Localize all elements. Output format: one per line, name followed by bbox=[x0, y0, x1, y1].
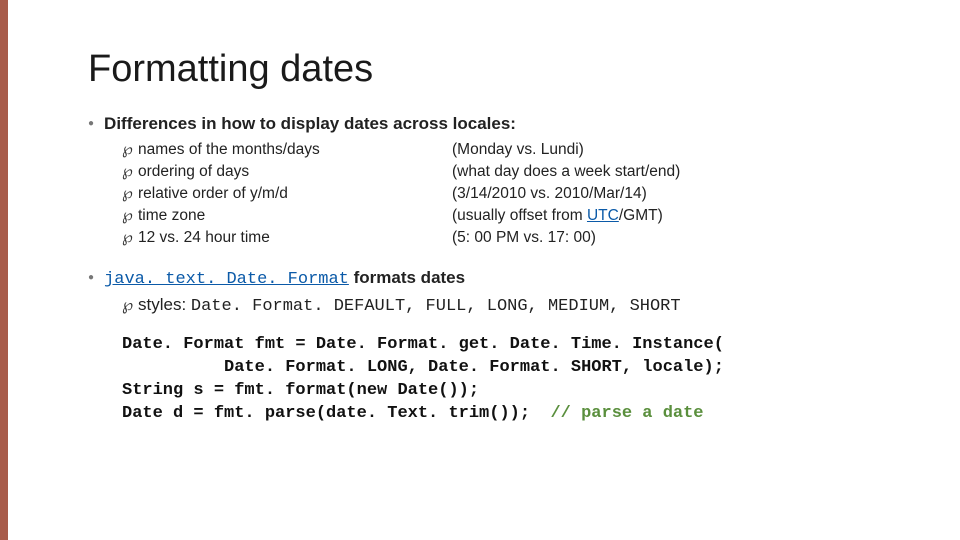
item-text: 12 vs. 24 hour time bbox=[138, 229, 270, 246]
bullet-2-suffix: formats dates bbox=[349, 268, 465, 287]
styles-row: ℘styles: Date. Format. DEFAULT, FULL, LO… bbox=[122, 293, 890, 319]
bullet-dot-icon: ● bbox=[88, 113, 94, 135]
styles-label: styles: bbox=[138, 295, 191, 314]
right-column: (Monday vs. Lundi) (what day does a week… bbox=[452, 139, 782, 249]
code-line: String s = fmt. format(new Date()); bbox=[122, 381, 479, 400]
note-pre: (usually offset from bbox=[452, 207, 587, 224]
left-column: ℘names of the months/days ℘ordering of d… bbox=[122, 139, 452, 249]
bullet-2-text: java. text. Date. Format formats dates bbox=[104, 267, 465, 291]
note-post: /GMT) bbox=[619, 207, 663, 224]
slide-container: { "title": "Formatting dates", "section1… bbox=[0, 0, 960, 455]
flourish-icon: ℘ bbox=[122, 139, 138, 161]
flourish-icon: ℘ bbox=[122, 161, 138, 183]
list-item: ℘12 vs. 24 hour time bbox=[122, 227, 452, 249]
two-column-list: ℘names of the months/days ℘ordering of d… bbox=[122, 139, 890, 249]
item-note: (usually offset from UTC/GMT) bbox=[452, 205, 782, 227]
accent-bar bbox=[0, 0, 8, 540]
item-note: (5: 00 PM vs. 17: 00) bbox=[452, 227, 782, 249]
flourish-icon: ℘ bbox=[122, 227, 138, 249]
item-note: (3/14/2010 vs. 2010/Mar/14) bbox=[452, 183, 782, 205]
item-text: time zone bbox=[138, 207, 205, 224]
list-item: ℘relative order of y/m/d bbox=[122, 183, 452, 205]
code-comment: // parse a date bbox=[550, 404, 703, 423]
list-item: ℘names of the months/days bbox=[122, 139, 452, 161]
flourish-icon: ℘ bbox=[122, 294, 138, 318]
item-text: ordering of days bbox=[138, 163, 249, 180]
item-text: relative order of y/m/d bbox=[138, 185, 288, 202]
slide-title: Formatting dates bbox=[88, 48, 890, 91]
code-line: Date. Format. LONG, Date. Format. SHORT,… bbox=[122, 358, 724, 377]
list-item: ℘ordering of days bbox=[122, 161, 452, 183]
list-item: ℘time zone bbox=[122, 205, 452, 227]
bullet-dot-icon: ● bbox=[88, 267, 94, 289]
item-note: (what day does a week start/end) bbox=[452, 161, 782, 183]
bullet-1: ● Differences in how to display dates ac… bbox=[88, 113, 890, 135]
flourish-icon: ℘ bbox=[122, 183, 138, 205]
bullet-1-text: Differences in how to display dates acro… bbox=[104, 113, 516, 135]
item-note: (Monday vs. Lundi) bbox=[452, 139, 782, 161]
utc-link[interactable]: UTC bbox=[587, 207, 619, 224]
item-text: names of the months/days bbox=[138, 141, 320, 158]
dateformat-link[interactable]: java. text. Date. Format bbox=[104, 270, 349, 289]
code-line: Date d = fmt. parse(date. Text. trim()); bbox=[122, 404, 550, 423]
bullet-2: ● java. text. Date. Format formats dates bbox=[88, 267, 890, 291]
code-block: Date. Format fmt = Date. Format. get. Da… bbox=[122, 333, 890, 425]
styles-values: Date. Format. DEFAULT, FULL, LONG, MEDIU… bbox=[191, 297, 681, 316]
flourish-icon: ℘ bbox=[122, 205, 138, 227]
code-line: Date. Format fmt = Date. Format. get. Da… bbox=[122, 335, 724, 354]
